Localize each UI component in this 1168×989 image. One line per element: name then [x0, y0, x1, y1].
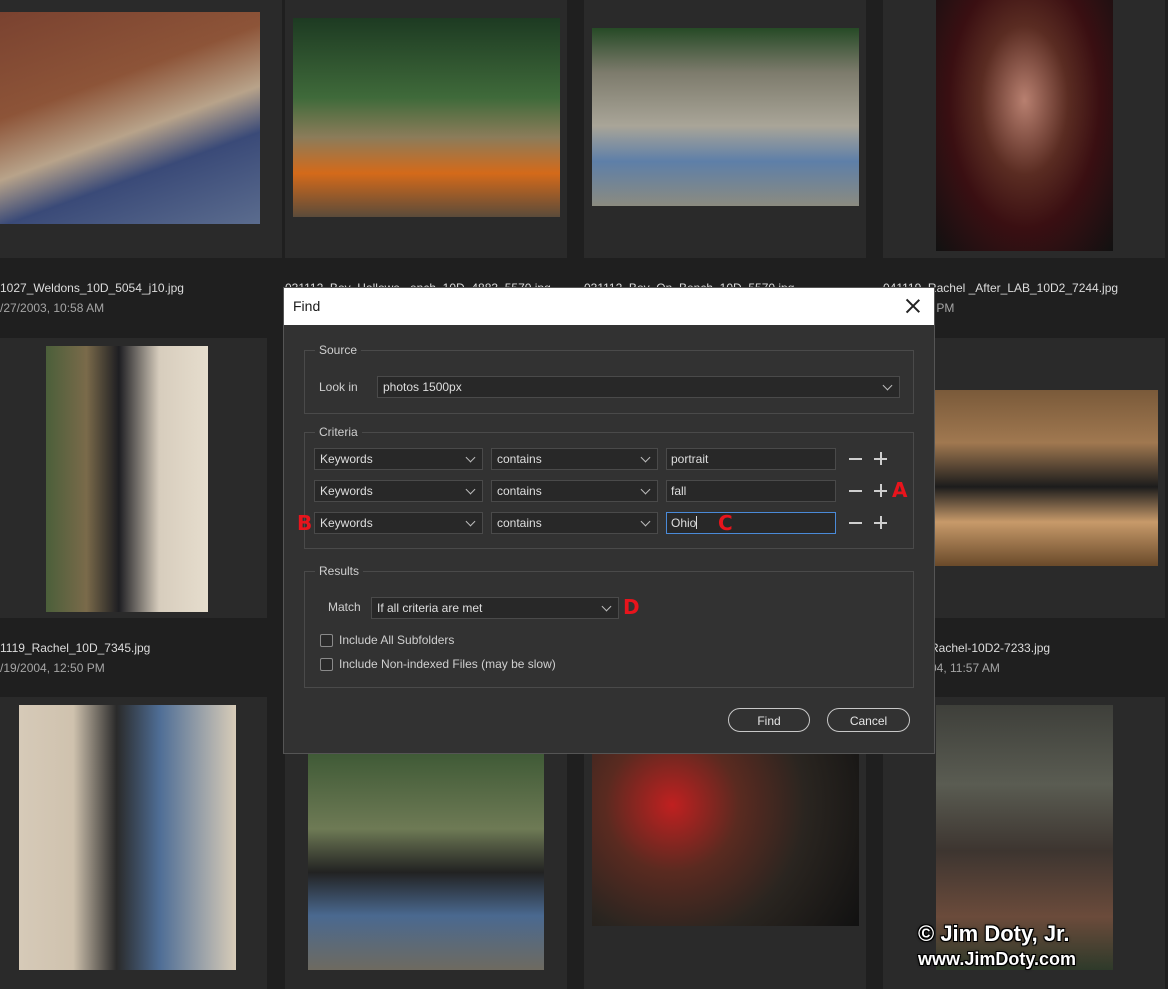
thumbnail-cell[interactable] [0, 697, 267, 989]
thumbnail-cell[interactable] [0, 0, 282, 258]
thumbnail-meta: Rachel-10D2-7233.jpg 04, 11:57 AM [930, 638, 1050, 678]
file-name: 1027_Weldons_10D_5054_j10.jpg [0, 281, 184, 295]
criteria-value-input[interactable]: portrait [666, 448, 836, 470]
thumbnail-image[interactable] [46, 346, 208, 612]
criteria-field-value: Keywords [320, 484, 373, 498]
source-label: Source [315, 343, 362, 357]
cancel-button[interactable]: Cancel [827, 708, 910, 732]
criteria-operator-select[interactable]: contains [491, 480, 658, 502]
thumbnail-image[interactable] [19, 705, 236, 970]
include-subfolders-checkbox[interactable] [320, 634, 333, 647]
minus-icon[interactable] [849, 516, 863, 530]
thumbnail-image[interactable] [0, 12, 260, 224]
include-nonindexed-checkbox[interactable] [320, 658, 333, 671]
annotation-marker-d: D [623, 595, 640, 619]
thumbnail-cell[interactable] [883, 0, 1165, 258]
chevron-down-icon [640, 484, 651, 495]
thumbnail-image[interactable] [592, 28, 859, 206]
chevron-down-icon [640, 516, 651, 527]
find-button[interactable]: Find [728, 708, 810, 732]
criteria-label: Criteria [315, 425, 362, 439]
minus-icon[interactable] [849, 452, 863, 466]
annotation-marker-a: A [892, 478, 908, 502]
thumbnail-meta: 1119_Rachel_10D_7345.jpg /19/2004, 12:50… [0, 638, 150, 678]
criteria-field-select[interactable]: Keywords [314, 448, 483, 470]
thumbnail-image[interactable] [293, 18, 560, 217]
dialog-title: Find [293, 298, 321, 314]
criteria-operator-select[interactable]: contains [491, 448, 658, 470]
file-name: 1119_Rachel_10D_7345.jpg [0, 641, 151, 655]
thumbnail-image[interactable] [936, 0, 1113, 251]
criteria-field-select[interactable]: Keywords [314, 512, 483, 534]
match-select[interactable]: If all criteria are met [371, 597, 619, 619]
criteria-field-value: Keywords [320, 516, 373, 530]
chevron-down-icon [640, 452, 651, 463]
annotation-marker-c: C [718, 511, 733, 535]
thumbnail-cell[interactable] [0, 338, 267, 618]
plus-icon[interactable] [874, 484, 888, 498]
match-value: If all criteria are met [377, 601, 483, 615]
criteria-value-input[interactable]: Ohio [666, 512, 836, 534]
criteria-operator-select[interactable]: contains [491, 512, 658, 534]
include-subfolders-label[interactable]: Include All Subfolders [339, 633, 454, 647]
file-date: /27/2003, 10:58 AM [0, 301, 105, 315]
plus-icon[interactable] [874, 516, 888, 530]
results-label: Results [315, 564, 364, 578]
close-icon[interactable] [904, 297, 922, 315]
thumbnail-image[interactable] [308, 753, 544, 970]
criteria-value-input[interactable]: fall [666, 480, 836, 502]
chevron-down-icon [601, 601, 612, 612]
look-in-select[interactable]: photos 1500px [377, 376, 900, 398]
thumbnail-image[interactable] [934, 390, 1158, 566]
criteria-field-value: Keywords [320, 452, 373, 466]
find-dialog: Find Source Look in photos 1500px Criter… [284, 288, 934, 753]
include-nonindexed-label[interactable]: Include Non-indexed Files (may be slow) [339, 657, 556, 671]
thumbnail-meta: 1027_Weldons_10D_5054_j10.jpg /27/2003, … [0, 278, 184, 318]
annotation-marker-b: B [297, 511, 313, 535]
dialog-title-bar: Find [284, 288, 934, 325]
watermark-url: www.JimDoty.com [918, 949, 1077, 969]
chevron-down-icon [465, 484, 476, 495]
thumbnail-cell[interactable] [584, 0, 866, 258]
criteria-operator-value: contains [497, 484, 542, 498]
chevron-down-icon [465, 516, 476, 527]
minus-icon[interactable] [849, 484, 863, 498]
thumbnail-cell[interactable] [285, 0, 567, 258]
text-caret [696, 516, 698, 529]
watermark-copyright: © Jim Doty, Jr. [918, 921, 1070, 946]
file-date: 04, 11:57 AM [930, 661, 1000, 675]
match-label: Match [328, 600, 361, 614]
file-name: Rachel-10D2-7233.jpg [930, 641, 1051, 655]
chevron-down-icon [882, 380, 893, 391]
thumbnail-image[interactable] [592, 753, 859, 926]
chevron-down-icon [465, 452, 476, 463]
look-in-value: photos 1500px [383, 380, 462, 394]
file-date: /19/2004, 12:50 PM [0, 661, 105, 675]
look-in-label: Look in [319, 380, 358, 394]
criteria-value-text: Ohio [671, 516, 697, 530]
criteria-field-select[interactable]: Keywords [314, 480, 483, 502]
criteria-operator-value: contains [497, 452, 542, 466]
plus-icon[interactable] [874, 452, 888, 466]
criteria-operator-value: contains [497, 516, 542, 530]
